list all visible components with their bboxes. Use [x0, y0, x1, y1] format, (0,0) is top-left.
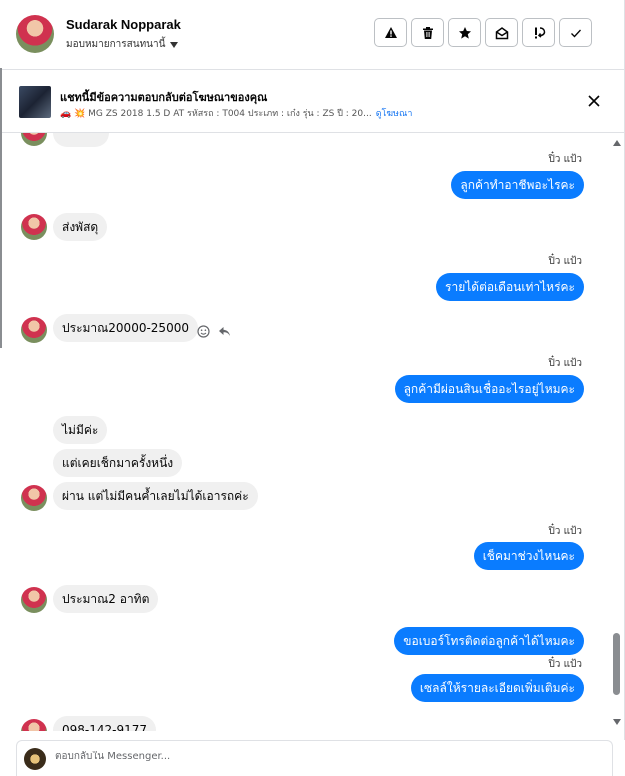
message-bubble-outgoing[interactable]: เซลล์ให้รายละเอียดเพิ่มเติมค่ะ [410, 674, 584, 702]
ad-reply-banner: แชทนี้มีข้อความตอบกลับต่อโฆษณาของคุณ 🚗 💥… [0, 76, 625, 133]
sender-avatar [21, 587, 47, 613]
message-bubble-incoming[interactable]: 098-142-9177 [53, 716, 157, 731]
message-bubble-incoming[interactable]: ส่งพัสดุ [53, 213, 108, 241]
check-icon [570, 29, 581, 37]
message-bubble-outgoing[interactable]: ขอเบอร์โทรติดต่อลูกค้าได้ไหมคะ [394, 627, 584, 655]
ad-banner-subtitle: 🚗 💥 MG ZS 2018 1.5 D AT รหัสรถ : T004 ปร… [60, 106, 412, 120]
report-spam-button[interactable] [374, 18, 407, 47]
ad-banner-title: แชทนี้มีข้อความตอบกลับต่อโฆษณาของคุณ [60, 91, 268, 104]
message-thread[interactable]: ปิ๋ว แป้ว ลูกค้าทำอาชีพอะไรคะ ส่งพัสดุ ป… [4, 133, 608, 731]
message-bubble-outgoing[interactable]: เช็คมาช่วงไหนคะ [473, 542, 584, 570]
message-bubble-incoming[interactable]: แต่เคยเช็กมาครั้งหนึ่ง [53, 449, 183, 477]
close-icon[interactable] [587, 94, 601, 108]
scroll-up-icon[interactable] [613, 140, 621, 146]
message-bubble-incoming[interactable] [53, 133, 109, 147]
sender-name: ปิ๋ว แป้ว [548, 526, 582, 537]
caret-down-icon [170, 41, 179, 48]
react-emoji-icon[interactable] [197, 325, 210, 338]
message-bubble-incoming[interactable]: ผ่าน แต่ไม่มีคนค้ำเลยไม่ได้เอารถค่ะ [53, 482, 258, 510]
mark-done-button[interactable] [559, 18, 592, 47]
ad-description: 🚗 💥 MG ZS 2018 1.5 D AT รหัสรถ : T004 ปร… [60, 109, 372, 119]
reply-composer [16, 740, 613, 776]
trash-icon [422, 26, 433, 39]
mark-unread-button[interactable] [485, 18, 518, 47]
mark-unread-icon [495, 26, 508, 39]
alert-icon [384, 26, 397, 38]
assign-conversation-dropdown[interactable]: มอบหมายการสนทนานี้ [66, 37, 179, 52]
sender-avatar [21, 485, 47, 511]
sender-name: ปิ๋ว แป้ว [548, 154, 582, 165]
sender-avatar [21, 719, 47, 731]
message-bubble-outgoing[interactable]: ลูกค้ามีผ่อนสินเชื่ออะไรอยู่ไหมคะ [394, 375, 584, 403]
ad-thumbnail[interactable] [19, 86, 51, 118]
conversation-header: Sudarak Nopparak มอบหมายการสนทนานี้ [0, 0, 625, 70]
sender-avatar [21, 133, 47, 146]
sender-avatar [21, 317, 47, 343]
message-bubble-outgoing[interactable]: ลูกค้าทำอาชีพอะไรคะ [451, 171, 584, 199]
message-bubble-incoming[interactable]: ประมาณ20000-25000 [53, 314, 198, 342]
sender-avatar [21, 214, 47, 240]
message-bubble-incoming[interactable]: ประมาณ2 อาทิต [53, 585, 159, 613]
thread-scrollbar[interactable] [608, 133, 625, 731]
scroll-thumb[interactable] [613, 633, 620, 695]
star-icon [458, 26, 471, 39]
follow-up-button[interactable] [522, 18, 555, 47]
star-button[interactable] [448, 18, 481, 47]
reply-icon[interactable] [218, 325, 231, 338]
contact-name[interactable]: Sudarak Nopparak [66, 17, 181, 32]
assign-label: มอบหมายการสนทนานี้ [66, 39, 166, 50]
page-avatar [24, 748, 46, 770]
reply-input[interactable] [55, 751, 555, 762]
sender-name: ปิ๋ว แป้ว [548, 659, 582, 670]
follow-up-icon [534, 26, 545, 38]
conversation-toolbar [374, 18, 592, 47]
window-edge-scroll [0, 68, 2, 348]
message-bubble-outgoing[interactable]: รายได้ต่อเดือนเท่าไหร่คะ [436, 273, 584, 301]
sender-name: ปิ๋ว แป้ว [548, 358, 582, 369]
message-bubble-incoming[interactable]: ไม่มีค่ะ [53, 416, 108, 444]
message-actions [197, 325, 231, 338]
scroll-down-icon[interactable] [613, 719, 621, 725]
sender-name: ปิ๋ว แป้ว [548, 256, 582, 267]
delete-button[interactable] [411, 18, 444, 47]
view-ad-link[interactable]: ดูโฆษณา [376, 109, 413, 119]
contact-avatar[interactable] [16, 15, 54, 53]
